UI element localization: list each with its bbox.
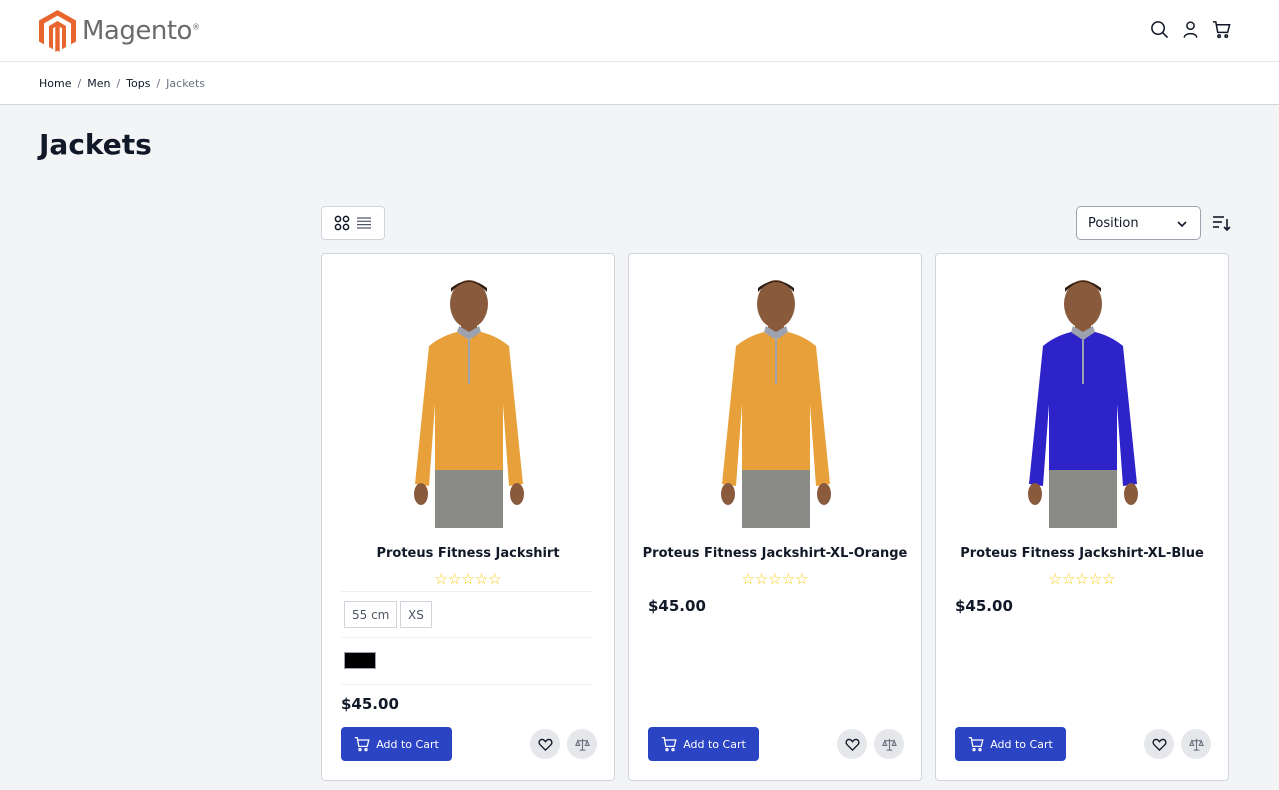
breadcrumb-current: Jackets [166,76,205,90]
product-image[interactable] [342,274,596,528]
breadcrumb-separator: / [156,76,161,90]
account-icon[interactable] [1181,20,1200,39]
breadcrumb-separator: / [116,76,121,90]
product-price: $45.00 [955,597,1013,615]
site-header: Magento® [0,0,1279,62]
heart-icon [1152,738,1166,751]
cart-icon [355,736,370,752]
cart-icon [662,736,677,752]
add-to-wishlist-button[interactable] [530,729,560,759]
add-to-cart-button[interactable]: Add to Cart [648,727,759,761]
magento-logo-icon [39,10,76,52]
cart-icon [969,736,984,752]
product-name[interactable]: Proteus Fitness Jackshirt-XL-Blue [936,546,1228,561]
grid-view-icon[interactable] [334,215,350,231]
chevron-down-icon [1177,221,1187,228]
logo[interactable]: Magento® [39,10,200,52]
scale-icon [1188,738,1204,751]
heart-icon [538,738,552,751]
rating-stars: ☆☆☆☆☆ [1048,570,1116,588]
view-mode-toggle [321,206,385,240]
add-to-wishlist-button[interactable] [837,729,867,759]
add-to-cart-label: Add to Cart [683,737,746,751]
product-price: $45.00 [648,597,706,615]
add-to-wishlist-button[interactable] [1144,729,1174,759]
product-photo [721,280,831,528]
product-price: $45.00 [341,695,399,713]
add-to-compare-button[interactable] [1181,729,1211,759]
add-to-compare-button[interactable] [567,729,597,759]
search-icon[interactable] [1150,20,1169,39]
product-card: Proteus Fitness Jackshirt-XL-Orange ☆☆☆☆… [628,253,922,781]
scale-icon [881,738,897,751]
color-swatch[interactable] [344,652,376,669]
cart-icon[interactable] [1212,20,1231,39]
add-to-cart-label: Add to Cart [376,737,439,751]
add-to-cart-button[interactable]: Add to Cart [341,727,452,761]
sort-descending-icon[interactable] [1211,213,1231,233]
page-title: Jackets [39,128,152,161]
size-swatch[interactable]: 55 cm [344,601,398,628]
breadcrumb: Home / Men / Tops / Jackets [0,62,1279,105]
product-name[interactable]: Proteus Fitness Jackshirt [322,546,614,561]
product-photo [414,280,524,528]
divider [341,591,593,592]
logo-text: Magento® [82,16,200,46]
sort-by-value: Position [1088,215,1139,231]
product-image[interactable] [956,274,1210,528]
rating-stars: ☆☆☆☆☆ [741,570,809,588]
scale-icon [574,738,590,751]
rating-stars: ☆☆☆☆☆ [434,570,502,588]
divider [341,637,593,638]
divider [341,684,593,685]
breadcrumb-separator: / [77,76,82,90]
product-image[interactable] [649,274,903,528]
product-name[interactable]: Proteus Fitness Jackshirt-XL-Orange [629,546,921,561]
product-card: Proteus Fitness Jackshirt ☆☆☆☆☆ 55 cm XS… [321,253,615,781]
product-card: Proteus Fitness Jackshirt-XL-Blue ☆☆☆☆☆ … [935,253,1229,781]
breadcrumb-home[interactable]: Home [39,77,71,90]
product-photo [1028,280,1138,528]
breadcrumb-tops[interactable]: Tops [126,77,150,90]
size-swatch[interactable]: XS [400,601,432,628]
add-to-cart-label: Add to Cart [990,737,1053,751]
heart-icon [845,738,859,751]
add-to-compare-button[interactable] [874,729,904,759]
list-view-icon[interactable] [356,215,372,231]
sort-by-select[interactable]: Position [1076,206,1201,240]
breadcrumb-men[interactable]: Men [87,77,110,90]
add-to-cart-button[interactable]: Add to Cart [955,727,1066,761]
